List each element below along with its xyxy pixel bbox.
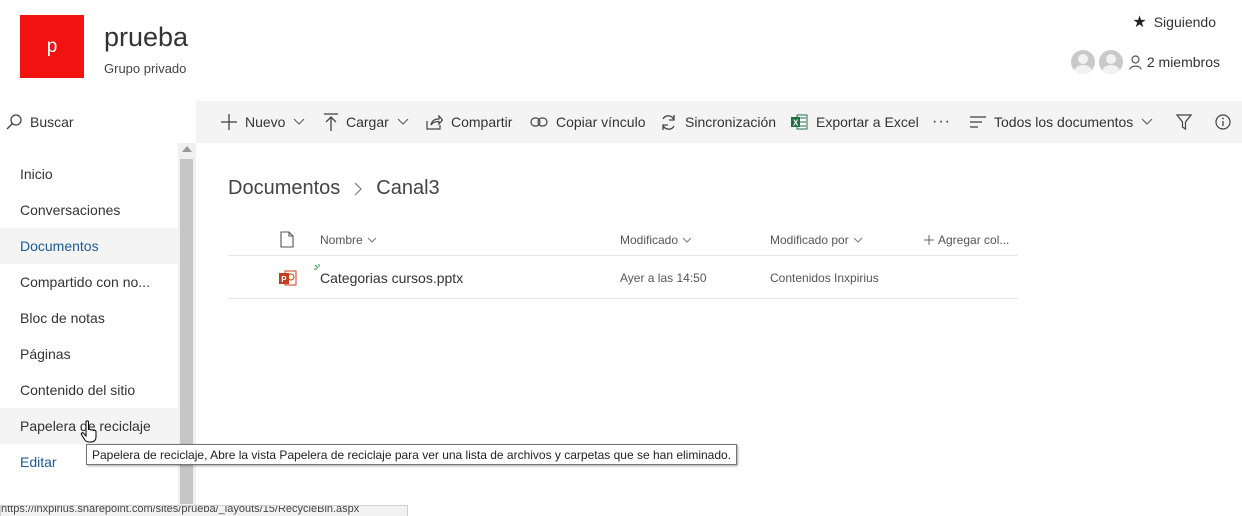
view-label: Todos los documentos xyxy=(994,114,1134,130)
document-icon xyxy=(280,231,294,248)
members-label: 2 miembros xyxy=(1146,54,1220,70)
follow-label: Siguiendo xyxy=(1153,14,1216,30)
nav-item-label: Conversaciones xyxy=(20,202,121,218)
chevron-down-icon xyxy=(853,237,863,243)
export-excel-label: Exportar a Excel xyxy=(816,114,919,130)
plus-icon xyxy=(924,234,934,245)
nav-item-inicio[interactable]: Inicio xyxy=(0,156,178,192)
view-selector[interactable]: Todos los documentos xyxy=(970,101,1153,143)
new-item-icon xyxy=(314,264,320,270)
filter-button[interactable] xyxy=(1176,101,1200,143)
column-name-label: Nombre xyxy=(320,232,363,247)
info-button[interactable] xyxy=(1215,101,1239,143)
more-button[interactable]: ··· xyxy=(932,101,951,143)
column-header-modified[interactable]: Modificado xyxy=(620,223,692,256)
chevron-down-icon xyxy=(367,237,377,243)
copy-link-button[interactable]: Copiar vínculo xyxy=(530,101,646,143)
search-icon xyxy=(6,114,22,130)
list-view-icon xyxy=(970,116,986,128)
modified-by-value[interactable]: Contenidos Inxpirius xyxy=(770,271,879,285)
modified-by-cell: Contenidos Inxpirius xyxy=(770,257,879,299)
tooltip-text: Papelera de reciclaje, Abre la vista Pap… xyxy=(92,447,732,462)
search-input[interactable]: Buscar xyxy=(30,114,74,130)
site-header: p prueba Grupo privado ★ Siguiendo 2 mie… xyxy=(0,0,1242,101)
share-label: Compartir xyxy=(451,114,513,130)
site-title[interactable]: prueba xyxy=(104,22,188,53)
nav-item-label: Bloc de notas xyxy=(20,310,105,326)
nav-item-documentos[interactable]: Documentos xyxy=(0,228,178,264)
file-name-link[interactable]: Categorias cursos.pptx xyxy=(320,270,463,286)
modified-value: Ayer a las 14:50 xyxy=(620,271,707,285)
column-header-modified-by[interactable]: Modificado por xyxy=(770,223,863,256)
file-type-cell: P xyxy=(279,257,297,299)
follow-button[interactable]: ★ Siguiendo xyxy=(1132,12,1216,32)
site-logo-letter: p xyxy=(46,35,58,57)
scroll-up-arrow-icon[interactable] xyxy=(182,146,192,152)
chevron-down-icon xyxy=(397,118,409,125)
nav-item-label: Contenido del sitio xyxy=(20,382,136,398)
file-type-column[interactable] xyxy=(280,223,294,256)
chevron-right-icon xyxy=(354,182,363,195)
share-icon xyxy=(426,114,443,130)
chevron-down-icon xyxy=(682,237,692,243)
chevron-down-icon xyxy=(1141,118,1153,125)
excel-icon: X xyxy=(791,114,808,130)
upload-icon xyxy=(324,113,338,131)
nav-item-label: Documentos xyxy=(20,238,99,254)
upload-label: Cargar xyxy=(346,114,389,130)
breadcrumb: Documentos Canal3 xyxy=(228,177,440,200)
file-name-cell[interactable]: Categorias cursos.pptx xyxy=(314,257,463,299)
chevron-down-icon xyxy=(294,118,305,125)
hand-cursor-icon xyxy=(80,420,97,443)
add-column-button[interactable]: Agregar col... xyxy=(924,223,1009,256)
nav-item-label: Páginas xyxy=(20,346,71,362)
nav-item-compartido[interactable]: Compartido con no... xyxy=(0,264,178,300)
sync-label: Sincronización xyxy=(685,114,777,130)
nav-item-conversaciones[interactable]: Conversaciones xyxy=(0,192,178,228)
nav-edit-label: Editar xyxy=(20,454,57,470)
nav-item-label: Compartido con no... xyxy=(20,274,150,290)
status-url: https://inxpirius.sharepoint.com/sites/p… xyxy=(1,505,360,515)
person-icon xyxy=(1129,54,1142,70)
filter-icon xyxy=(1176,114,1192,130)
modified-cell: Ayer a las 14:50 xyxy=(620,257,707,299)
share-button[interactable]: Compartir xyxy=(426,101,512,143)
site-logo[interactable]: p xyxy=(20,15,84,78)
upload-button[interactable]: Cargar xyxy=(324,101,409,143)
more-icon: ··· xyxy=(932,113,951,130)
sync-icon xyxy=(662,114,675,130)
copy-link-label: Copiar vínculo xyxy=(556,114,646,130)
plus-icon xyxy=(221,114,237,130)
column-header-name[interactable]: Nombre xyxy=(320,223,377,256)
export-excel-button[interactable]: X Exportar a Excel xyxy=(791,101,919,143)
tooltip: Papelera de reciclaje, Abre la vista Pap… xyxy=(86,444,738,465)
column-modified-label: Modificado xyxy=(620,232,679,247)
svg-text:X: X xyxy=(793,119,799,128)
star-icon: ★ xyxy=(1132,14,1147,31)
nav-item-contenido-del-sitio[interactable]: Contenido del sitio xyxy=(0,372,178,408)
breadcrumb-root[interactable]: Documentos xyxy=(228,177,340,200)
member-avatar-icon xyxy=(1098,50,1123,74)
member-avatar-icon xyxy=(1070,50,1095,74)
nav-item-label: Inicio xyxy=(20,166,53,182)
powerpoint-icon: P xyxy=(279,270,297,286)
link-icon xyxy=(530,117,548,127)
breadcrumb-current: Canal3 xyxy=(376,177,440,199)
site-subtitle: Grupo privado xyxy=(104,61,187,76)
table-row[interactable]: P Categorias cursos.pptx Ayer a las 14:5… xyxy=(228,257,1018,299)
new-label: Nuevo xyxy=(245,114,286,130)
svg-text:P: P xyxy=(281,275,287,284)
column-modified-by-label: Modificado por xyxy=(770,232,849,247)
new-button[interactable]: Nuevo xyxy=(221,101,305,143)
nav-item-bloc-de-notas[interactable]: Bloc de notas xyxy=(0,300,178,336)
info-icon xyxy=(1215,114,1231,130)
add-column-label: Agregar col... xyxy=(938,232,1010,247)
nav-item-paginas[interactable]: Páginas xyxy=(0,336,178,372)
members-button[interactable]: 2 miembros xyxy=(1070,50,1220,74)
search-box[interactable]: Buscar xyxy=(0,101,196,143)
status-bar: https://inxpirius.sharepoint.com/sites/p… xyxy=(0,505,408,516)
command-bar: Buscar Nuevo Cargar Compartir Copiar vín… xyxy=(0,101,1242,143)
sync-button[interactable]: Sincronización xyxy=(660,101,776,143)
list-header: Nombre Modificado Modificado por Agregar… xyxy=(228,223,1018,256)
